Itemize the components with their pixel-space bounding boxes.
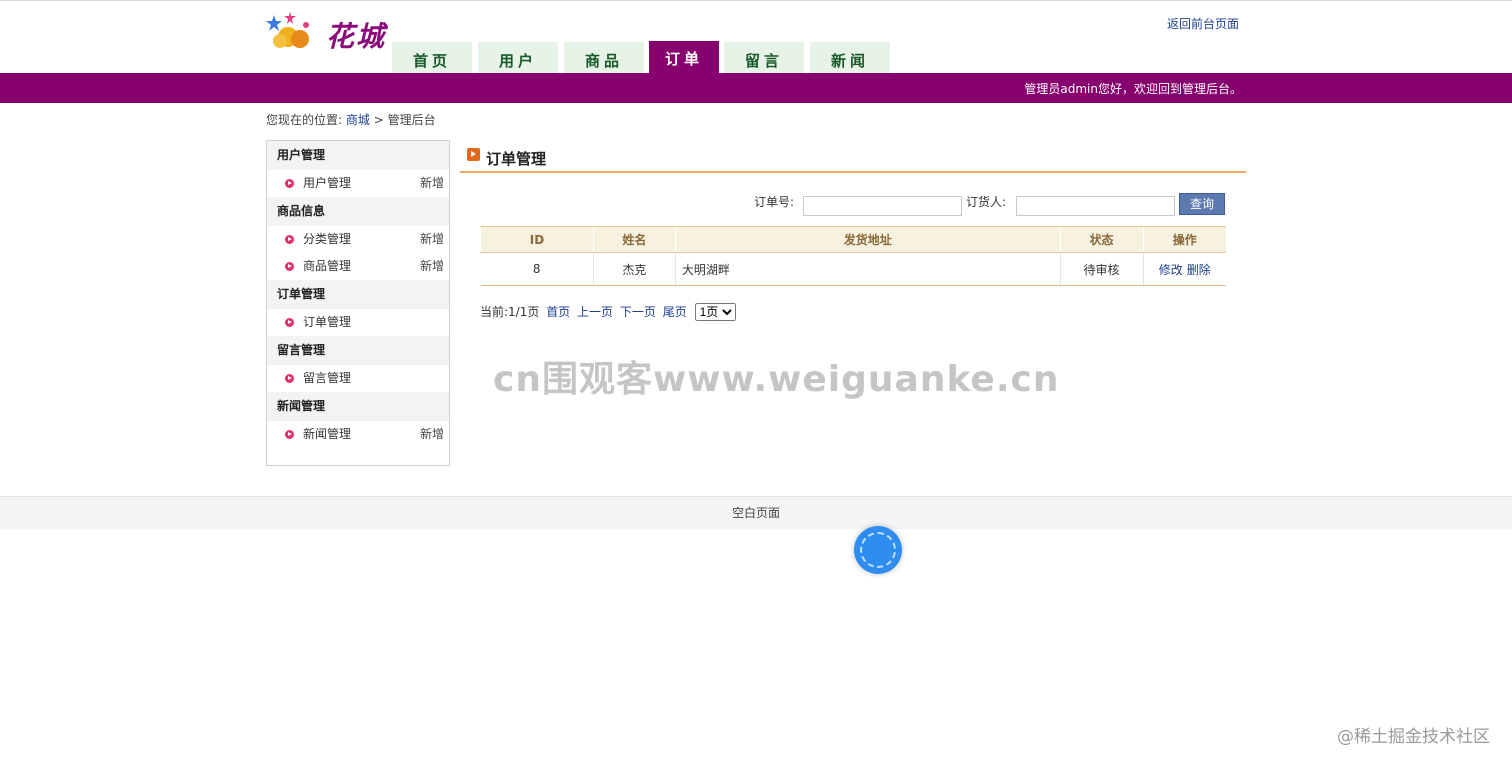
tab-products[interactable]: 商品: [564, 42, 644, 73]
buyer-input[interactable]: [1016, 196, 1175, 216]
logo-flower-icon: [266, 11, 309, 48]
column-header-address: 发货地址: [674, 226, 1061, 253]
breadcrumb-link-mall[interactable]: 商城: [346, 113, 370, 127]
pagination: 当前:1/1页 首页 上一页 下一页 尾页 1页: [480, 303, 736, 321]
sidebar-group-title: 商品信息: [267, 197, 449, 226]
order-no-label: 订单号:: [754, 195, 795, 209]
sidebar-group-title: 订单管理: [267, 280, 449, 309]
cell-name: 杰克: [592, 252, 676, 286]
edit-link[interactable]: 修改: [1159, 263, 1183, 277]
header: 花城 返回前台页面 首页 用户 商品 订单 留言 新闻: [0, 1, 1512, 73]
column-header-actions: 操作: [1142, 226, 1226, 253]
floating-action-button[interactable]: [854, 526, 902, 574]
order-no-input[interactable]: [803, 196, 962, 216]
sidebar-item-label[interactable]: 新闻管理: [303, 427, 351, 441]
pager-next-link[interactable]: 下一页: [620, 305, 656, 319]
sidebar-add-category-link[interactable]: 新增: [420, 226, 444, 253]
tab-messages[interactable]: 留言: [724, 42, 804, 73]
breadcrumb-current: 管理后台: [387, 113, 436, 127]
site-logo[interactable]: 花城: [266, 11, 390, 57]
sidebar-item-label[interactable]: 留言管理: [303, 371, 351, 385]
bullet-icon: [285, 374, 294, 383]
sidebar-add-user-link[interactable]: 新增: [420, 170, 444, 197]
delete-link[interactable]: 删除: [1187, 263, 1211, 277]
tab-users[interactable]: 用户: [478, 42, 558, 73]
bullet-icon: [285, 430, 294, 439]
cell-actions: 修改 删除: [1142, 252, 1226, 286]
orders-table: ID 姓名 发货地址 状态 操作 8 杰克 大明湖畔 待审核 修改 删除: [480, 226, 1226, 286]
sidebar-item-category-management[interactable]: 分类管理 新增: [267, 226, 449, 253]
bullet-icon: [285, 318, 294, 327]
bullet-icon: [285, 179, 294, 188]
sidebar-item-product-management[interactable]: 商品管理 新增: [267, 253, 449, 280]
pager-last-link[interactable]: 尾页: [663, 305, 687, 319]
table-header-row: ID 姓名 发货地址 状态 操作: [480, 226, 1226, 253]
arrow-right-icon: [467, 148, 480, 161]
pager-first-link[interactable]: 首页: [546, 305, 570, 319]
buyer-field-wrap: [1016, 196, 1175, 216]
table-row: 8 杰克 大明湖畔 待审核 修改 删除: [480, 252, 1226, 286]
sidebar-item-news-management[interactable]: 新闻管理 新增: [267, 421, 449, 448]
sidebar-add-product-link[interactable]: 新增: [420, 253, 444, 280]
column-header-status: 状态: [1059, 226, 1144, 253]
buyer-label: 订货人:: [966, 195, 1007, 209]
sidebar-add-news-link[interactable]: 新增: [420, 421, 444, 448]
pager-current: 当前:1/1页: [480, 305, 540, 319]
sidebar-item-label[interactable]: 用户管理: [303, 176, 351, 190]
breadcrumb-prefix: 您现在的位置:: [266, 113, 343, 127]
tab-orders[interactable]: 订单: [649, 41, 719, 73]
query-button[interactable]: 查询: [1179, 193, 1225, 215]
sidebar-item-label[interactable]: 商品管理: [303, 259, 351, 273]
main-title-bar: 订单管理: [460, 145, 1246, 173]
cell-address: 大明湖畔: [674, 252, 1061, 286]
bullet-icon: [285, 262, 294, 271]
sidebar-item-order-management[interactable]: 订单管理: [267, 309, 449, 336]
tab-home[interactable]: 首页: [392, 42, 472, 73]
sidebar-item-label[interactable]: 分类管理: [303, 232, 351, 246]
order-no-field-wrap: [803, 196, 962, 216]
sidebar: 用户管理 用户管理 新增 商品信息 分类管理 新增 商品管理 新增 订单管理 订…: [266, 140, 450, 466]
breadcrumb: 您现在的位置: 商城 > 管理后台: [266, 111, 436, 128]
sidebar-group-title: 用户管理: [267, 141, 449, 170]
source-watermark: @稀土掘金技术社区: [1337, 727, 1490, 747]
page-select[interactable]: 1页: [694, 303, 736, 321]
sidebar-item-label[interactable]: 订单管理: [303, 315, 351, 329]
welcome-bar: 管理员admin您好，欢迎回到管理后台。: [0, 73, 1512, 103]
cell-status: 待审核: [1059, 252, 1144, 286]
cell-id: 8: [480, 252, 594, 286]
page-title: 订单管理: [486, 150, 547, 168]
sidebar-group-title: 新闻管理: [267, 392, 449, 421]
welcome-text: 管理员admin您好，欢迎回到管理后台。: [1024, 82, 1242, 96]
pager-prev-link[interactable]: 上一页: [577, 305, 613, 319]
sidebar-item-message-management[interactable]: 留言管理: [267, 365, 449, 392]
sidebar-item-user-management[interactable]: 用户管理 新增: [267, 170, 449, 197]
sidebar-group-title: 留言管理: [267, 336, 449, 365]
footer-text: 空白页面: [731, 506, 780, 520]
footer: 空白页面: [0, 496, 1512, 529]
column-header-id: ID: [480, 226, 594, 253]
watermark-text: cn围观客www.weiguanke.cn: [493, 359, 1060, 400]
logo-text: 花城: [326, 20, 387, 53]
back-to-frontend-link[interactable]: 返回前台页面: [1167, 15, 1239, 32]
tab-news[interactable]: 新闻: [810, 42, 890, 73]
bullet-icon: [285, 235, 294, 244]
breadcrumb-separator: >: [373, 113, 384, 127]
column-header-name: 姓名: [592, 226, 676, 253]
